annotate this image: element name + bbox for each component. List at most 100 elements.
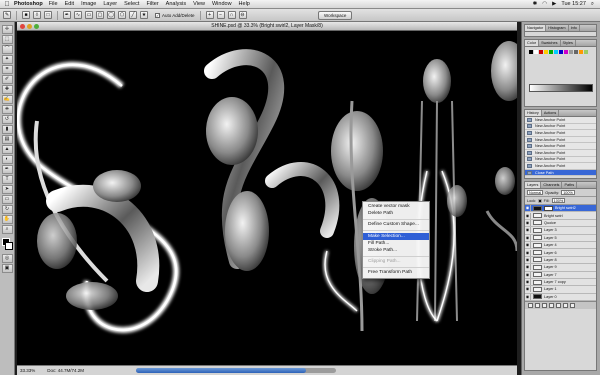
screen-mode-icon[interactable]: ▣ [1, 264, 13, 273]
tab-layers[interactable]: Layers [525, 182, 542, 188]
hand-tool-icon[interactable]: ✋ [1, 215, 13, 224]
layer-row[interactable]: ◉ Layer 7 [525, 271, 596, 279]
app-menu[interactable]: Photoshop [14, 1, 43, 7]
menu-item-make-selection[interactable]: Make Selection... [363, 232, 429, 240]
menu-file[interactable]: File [49, 1, 58, 7]
shape-layers-icon[interactable]: ■ [22, 11, 30, 19]
layer-row[interactable]: ◉ Layer 5 [525, 234, 596, 242]
link-layers-icon[interactable] [528, 303, 533, 309]
path-selection-tool-icon[interactable]: ➤ [1, 185, 13, 194]
pen-tool-preset-icon[interactable]: ✎ [3, 11, 11, 19]
eye-icon[interactable]: ◉ [525, 279, 531, 286]
dodge-tool-icon[interactable]: ◐ [1, 155, 13, 164]
layer-row[interactable]: ◉ Layer 0 [525, 293, 596, 302]
path-intersect-icon[interactable]: ∩ [227, 11, 236, 19]
fill-pixels-icon[interactable]: □ [44, 11, 52, 19]
tab-channels[interactable]: Channels [541, 182, 563, 188]
quick-mask-icon[interactable]: ◎ [1, 254, 13, 263]
eye-icon[interactable]: ◉ [525, 242, 531, 249]
pen-tool-icon[interactable]: ✒ [1, 165, 13, 174]
history-item[interactable]: New Anchor Point [525, 156, 596, 164]
color-swatch-grid[interactable] [529, 50, 588, 54]
ellipse-icon[interactable]: ◯ [107, 11, 115, 19]
canvas[interactable] [17, 31, 517, 365]
horizontal-scrollbar[interactable] [136, 368, 337, 373]
doc-size-info[interactable]: Doc: 44.7M/74.2M [47, 368, 84, 373]
layer-row[interactable]: ◉ Layer 7 copy [525, 278, 596, 287]
tab-paths[interactable]: Paths [562, 182, 578, 188]
path-add-icon[interactable]: + [205, 11, 214, 19]
history-item[interactable]: New Anchor Point [525, 123, 596, 131]
history-item[interactable]: New Anchor Point [525, 149, 596, 157]
spotlight-icon[interactable]: ⌕ [591, 1, 594, 8]
menu-window[interactable]: Window [212, 1, 232, 7]
eye-icon[interactable]: ◉ [525, 286, 531, 293]
tab-styles[interactable]: Styles [561, 40, 576, 46]
freeform-pen-icon[interactable]: ∿ [74, 11, 82, 19]
history-item[interactable]: New Anchor Point [525, 130, 596, 137]
eye-icon[interactable]: ◉ [525, 212, 531, 219]
crop-tool-icon[interactable]: ⌗ [1, 65, 13, 74]
menu-item-delete-path[interactable]: Delete Path [363, 210, 429, 217]
menu-item-define-custom-shape[interactable]: Define Custom Shape... [363, 221, 429, 228]
path-subtract-icon[interactable]: − [216, 11, 225, 19]
layer-row[interactable]: ◉ Layer 1 [525, 286, 596, 294]
background-color-swatch[interactable] [5, 242, 13, 250]
apple-menu-icon[interactable]:  [0, 1, 14, 8]
scrollbar-thumb[interactable] [136, 368, 307, 373]
eye-icon[interactable]: ◉ [525, 219, 531, 226]
tab-navigator[interactable]: Navigator [525, 25, 547, 31]
trash-icon[interactable] [570, 303, 575, 309]
opacity-input[interactable]: 100% [561, 190, 575, 195]
layer-row-selected[interactable]: ◉ Bright swirl2 [525, 205, 596, 213]
layer-row[interactable]: ◉ Layer 9 [525, 264, 596, 272]
eye-icon[interactable]: ◉ [525, 249, 531, 256]
menu-item-create-vector-mask[interactable]: Create vector mask [363, 203, 429, 210]
menu-edit[interactable]: Edit [65, 1, 74, 7]
menu-view[interactable]: View [193, 1, 205, 7]
rounded-rect-icon[interactable]: ▢ [96, 11, 104, 19]
healing-brush-tool-icon[interactable]: ✚ [1, 85, 13, 94]
shape-tool-icon[interactable]: ▭ [1, 195, 13, 204]
new-layer-icon[interactable] [563, 303, 568, 309]
history-item[interactable]: New Anchor Point [525, 117, 596, 124]
fill-input[interactable]: 100% [551, 198, 566, 203]
tab-history[interactable]: History [525, 110, 542, 116]
layer-row[interactable]: ◉ Layer 8 [525, 256, 596, 265]
eye-icon[interactable]: ◉ [525, 227, 531, 234]
eye-icon[interactable]: ◉ [525, 205, 531, 212]
eyedropper-tool-icon[interactable]: ✐ [1, 75, 13, 84]
tab-info[interactable]: Info [569, 25, 580, 31]
menu-layer[interactable]: Layer [103, 1, 117, 7]
polygon-icon[interactable]: ⬠ [118, 11, 126, 19]
menu-analysis[interactable]: Analysis [166, 1, 186, 7]
minimize-window-icon[interactable] [27, 24, 32, 29]
menu-help[interactable]: Help [239, 1, 250, 7]
eye-icon[interactable]: ◉ [525, 234, 531, 241]
clone-stamp-tool-icon[interactable]: ⎈ [1, 105, 13, 114]
quick-select-tool-icon[interactable]: ✦ [1, 55, 13, 64]
wifi-icon[interactable]: ◠ [542, 1, 547, 7]
layer-row[interactable]: ◉ Layer 6 [525, 249, 596, 257]
brush-tool-icon[interactable]: ✍ [1, 95, 13, 104]
type-tool-icon[interactable]: T [1, 175, 13, 184]
layer-mask-thumbnail[interactable] [544, 205, 553, 211]
path-exclude-icon[interactable]: ⊖ [238, 11, 247, 19]
close-window-icon[interactable] [20, 24, 25, 29]
history-item-selected[interactable]: Close Path [525, 169, 596, 177]
menu-select[interactable]: Select [124, 1, 139, 7]
layer-row[interactable]: ◉ Bright swirl [525, 212, 596, 220]
pen-icon[interactable]: ✒ [63, 11, 71, 19]
history-brush-tool-icon[interactable]: ↺ [1, 115, 13, 124]
layer-row[interactable]: ◉ Layer 3 [525, 227, 596, 235]
tab-swatches[interactable]: Swatches [539, 40, 561, 46]
auto-add-delete-checkbox[interactable]: ✓ Auto Add/Delete [155, 12, 195, 18]
workspace-button[interactable]: Workspace [318, 11, 353, 20]
tab-histogram[interactable]: Histogram [546, 25, 569, 31]
history-item[interactable]: New Anchor Point [525, 163, 596, 170]
menu-item-free-transform-path[interactable]: Free Transform Path [363, 269, 429, 276]
eye-icon[interactable]: ◉ [525, 271, 531, 278]
clock[interactable]: Tue 15:27 [561, 1, 586, 7]
new-group-icon[interactable] [556, 303, 561, 309]
custom-shape-icon[interactable]: ★ [140, 11, 148, 19]
